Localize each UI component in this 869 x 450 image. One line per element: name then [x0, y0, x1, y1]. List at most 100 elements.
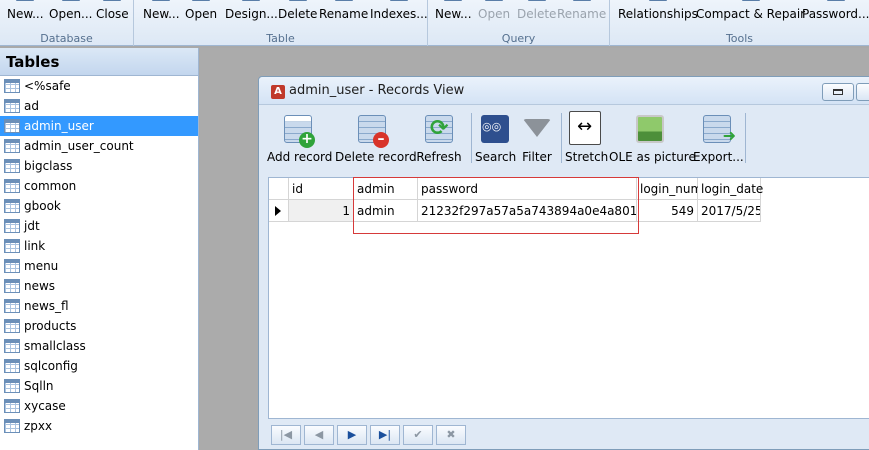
table-item[interactable]: sqlconfig	[0, 356, 198, 376]
database-close-button[interactable]: Close	[96, 0, 129, 21]
cell-login-num[interactable]: 549	[637, 200, 698, 222]
table-item[interactable]: <%safe	[0, 76, 198, 96]
table-item-label: news_fl	[24, 299, 69, 313]
maximize-button[interactable]	[856, 83, 869, 101]
picture-icon	[636, 115, 664, 143]
table-open-button[interactable]: Open	[185, 0, 217, 21]
table-new-button[interactable]: New...	[143, 0, 180, 21]
minimize-button[interactable]	[822, 83, 854, 101]
records-toolbar: Add record Delete record Refresh Search …	[265, 109, 869, 171]
records-grid: id admin password login_num login_date 1…	[268, 177, 869, 419]
query-open-button[interactable]: Open	[478, 0, 510, 21]
cancel-record-button[interactable]: ✖	[436, 425, 466, 445]
table-item[interactable]: common	[0, 176, 198, 196]
ole-as-picture-button[interactable]: OLE as picture	[609, 109, 696, 169]
table-design-button[interactable]: Design...	[225, 0, 278, 21]
table-item-label: ad	[24, 99, 39, 113]
cell-password[interactable]: 21232f297a57a5a743894a0e4a801fc3	[418, 200, 637, 222]
binoculars-icon	[481, 115, 509, 143]
table-item-label: common	[24, 179, 77, 193]
first-record-button[interactable]: |◀	[271, 425, 301, 445]
table-icon	[4, 99, 20, 113]
records-view-window: A admin_user - Records View Add record D…	[258, 76, 869, 450]
database-new-button[interactable]: New...	[7, 0, 44, 21]
cell-id[interactable]: 1	[289, 200, 354, 222]
table-item[interactable]: admin_user_count	[0, 136, 198, 156]
stretch-button[interactable]: Stretch	[565, 109, 608, 169]
table-item[interactable]: ad	[0, 96, 198, 116]
table-item[interactable]: bigclass	[0, 156, 198, 176]
refresh-button[interactable]: Refresh	[415, 109, 463, 169]
filter-button[interactable]: Filter	[519, 109, 555, 169]
table-list: <%safe ad admin_user admin_user_countbigcla…	[0, 76, 198, 436]
table-item[interactable]: jdt	[0, 216, 198, 236]
table-icon	[4, 279, 20, 293]
table-item[interactable]: news_fl	[0, 296, 198, 316]
relationships-button[interactable]: Relationships	[618, 0, 698, 21]
column-header-login-num[interactable]: login_num	[637, 178, 702, 200]
filter-label: Filter	[522, 150, 552, 164]
compact-repair-button[interactable]: Compact & Repair	[696, 0, 805, 21]
table-icon	[4, 399, 20, 413]
access-file-icon: A	[271, 85, 285, 99]
database-open-button[interactable]: Open...	[49, 0, 93, 21]
table-item[interactable]: link	[0, 236, 198, 256]
delete-record-button[interactable]: Delete record	[335, 109, 417, 169]
column-header-id[interactable]: id	[289, 178, 354, 200]
refresh-label: Refresh	[416, 150, 462, 164]
table-item-label: gbook	[24, 199, 61, 213]
table-item[interactable]: news	[0, 276, 198, 296]
delete-record-icon	[358, 115, 389, 148]
password-button[interactable]: Password...	[802, 0, 869, 21]
export-button[interactable]: Export...	[693, 109, 744, 169]
minimize-icon	[833, 89, 843, 95]
table-item-label: link	[24, 239, 46, 253]
column-header-password[interactable]: password	[418, 178, 637, 200]
table-icon	[4, 219, 20, 233]
table-item-label: bigclass	[24, 159, 73, 173]
next-record-button[interactable]: ▶	[337, 425, 367, 445]
query-rename-button[interactable]: Rename	[557, 0, 606, 21]
ribbon-group-query: New... Open Delete Rename Query	[428, 0, 610, 46]
window-titlebar[interactable]: A admin_user - Records View	[259, 77, 869, 105]
table-item[interactable]: products	[0, 316, 198, 336]
table-rename-button[interactable]: Rename	[319, 0, 368, 21]
tables-panel-title: Tables	[0, 48, 198, 76]
cell-admin[interactable]: admin	[354, 200, 418, 222]
ribbon-group-label-database: Database	[40, 32, 93, 45]
table-item[interactable]: zpxx	[0, 416, 198, 436]
table-item[interactable]: menu	[0, 256, 198, 276]
post-record-button[interactable]: ✔	[403, 425, 433, 445]
last-record-button[interactable]: ▶|	[370, 425, 400, 445]
table-item[interactable]: smallclass	[0, 336, 198, 356]
table-item-label: smallclass	[24, 339, 86, 353]
toolbar-separator	[471, 113, 472, 163]
cell-login-date[interactable]: 2017/5/25	[698, 200, 761, 222]
table-item[interactable]: admin_user	[0, 116, 198, 136]
ribbon-group-label-query: Query	[501, 32, 536, 45]
table-item[interactable]: gbook	[0, 196, 198, 216]
add-record-label: Add record	[267, 150, 333, 164]
prev-record-button[interactable]: ◀	[304, 425, 334, 445]
search-button[interactable]: Search	[475, 109, 516, 169]
add-record-button[interactable]: Add record	[267, 109, 333, 169]
ribbon-group-tools: Relationships Compact & Repair Password.…	[610, 0, 869, 46]
current-row-indicator[interactable]	[269, 200, 289, 222]
tables-panel: Tables <%safe ad admin_user admin_user_coun…	[0, 48, 199, 450]
table-item-label: sqlconfig	[24, 359, 78, 373]
stretch-icon	[571, 114, 599, 142]
table-item-label: admin_user_count	[24, 139, 134, 153]
table-delete-button[interactable]: Delete	[278, 0, 317, 21]
column-header-admin[interactable]: admin	[354, 178, 418, 200]
table-item[interactable]: Sqlln	[0, 376, 198, 396]
record-navigator: |◀ ◀ ▶ ▶| ✔ ✖ 1	[268, 423, 869, 449]
table-item-label: menu	[24, 259, 59, 273]
table-item[interactable]: xycase	[0, 396, 198, 416]
table-icon	[4, 259, 20, 273]
table-indexes-button[interactable]: Indexes...	[370, 0, 428, 21]
query-new-button[interactable]: New...	[435, 0, 472, 21]
query-delete-button[interactable]: Delete	[517, 0, 556, 21]
export-icon	[703, 115, 736, 145]
table-item-label: zpxx	[24, 419, 53, 433]
column-header-login-date[interactable]: login_date	[698, 178, 763, 200]
